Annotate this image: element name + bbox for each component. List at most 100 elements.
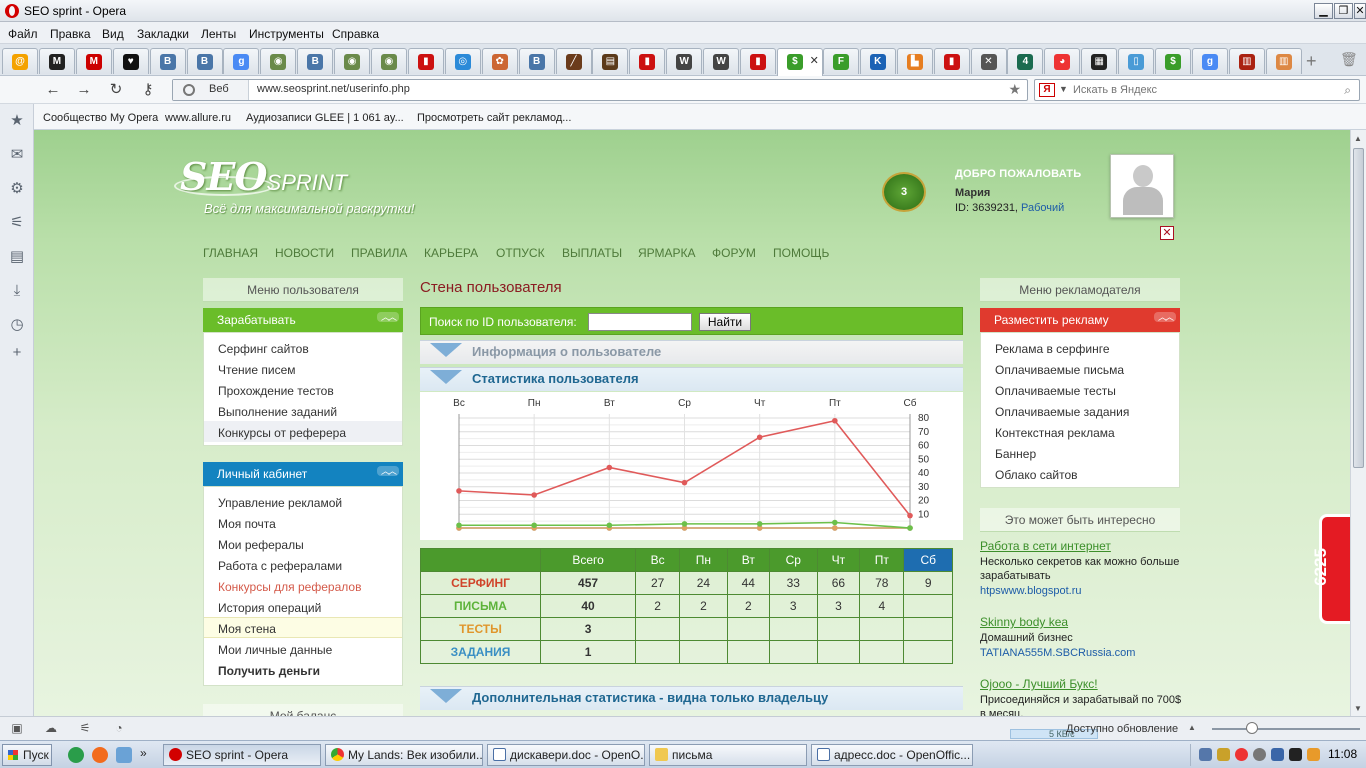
earn-menu-header[interactable]: Зарабатывать ︿︿: [203, 308, 403, 332]
browser-tab[interactable]: g: [223, 48, 260, 74]
browser-tab[interactable]: g: [1191, 48, 1228, 74]
search-field[interactable]: Я ▼ ⌕: [1034, 79, 1360, 101]
search-engine-dropdown-icon[interactable]: ▼: [1059, 84, 1068, 94]
browser-tab[interactable]: ▤: [592, 48, 629, 74]
zoom-slider-knob[interactable]: [1246, 722, 1258, 734]
interest-url-2[interactable]: TATIANA555M.SBCRussia.com: [980, 647, 1135, 659]
menu-feeds[interactable]: Ленты: [201, 27, 236, 41]
user-stats-section[interactable]: Статистика пользователя: [420, 367, 963, 391]
browser-tab[interactable]: M: [75, 48, 112, 74]
browser-tab[interactable]: 4: [1007, 48, 1044, 74]
browser-tab[interactable]: W: [703, 48, 740, 74]
browser-tab[interactable]: W: [666, 48, 703, 74]
seosprint-logo[interactable]: SEOSPRINT: [174, 154, 347, 199]
bookmark-star-icon[interactable]: ★: [1008, 81, 1021, 98]
nav-vacation[interactable]: ОТПУСК: [496, 246, 545, 260]
bookmarks-star-icon[interactable]: ★: [8, 112, 26, 130]
browser-tab[interactable]: ▯: [1118, 48, 1155, 74]
new-tab-icon[interactable]: +: [1306, 51, 1317, 72]
share-icon[interactable]: ⚟: [8, 214, 26, 232]
browser-tab[interactable]: B: [518, 48, 555, 74]
keyboard-layout-icon[interactable]: [1271, 748, 1284, 761]
update-available-text[interactable]: Доступно обновление: [1066, 723, 1178, 735]
menu-item-ad-management[interactable]: Управление рекламой: [218, 496, 342, 510]
bookmark-advertiser[interactable]: Просмотреть сайт рекламод...: [417, 112, 571, 124]
menu-bookmarks[interactable]: Закладки: [137, 27, 189, 41]
side-counter-widget[interactable]: 6225: [1311, 514, 1350, 624]
menu-item-paid-tasks[interactable]: Оплачиваемые задания: [995, 405, 1129, 419]
menu-help[interactable]: Справка: [332, 27, 379, 41]
cabinet-menu-header[interactable]: Личный кабинет ︿︿: [203, 462, 403, 486]
menu-item-my-mail[interactable]: Моя почта: [218, 517, 276, 531]
browser-tab[interactable]: ✿: [481, 48, 518, 74]
yandex-icon[interactable]: Я: [1039, 83, 1055, 97]
nav-rules[interactable]: ПРАВИЛА: [351, 246, 407, 260]
close-window-button[interactable]: ✕: [1354, 3, 1366, 19]
scroll-up-icon[interactable]: ▲: [1354, 134, 1362, 143]
unite-icon[interactable]: ⚟: [77, 721, 93, 737]
minimize-button[interactable]: ▁: [1314, 3, 1333, 19]
opera-tray-icon[interactable]: [1235, 748, 1248, 761]
interest-link-2[interactable]: Skinny body kea: [980, 615, 1068, 629]
restore-button[interactable]: ❐: [1334, 3, 1353, 19]
browser-tab[interactable]: ▙: [896, 48, 933, 74]
menu-item-paid-tests[interactable]: Оплачиваемые тесты: [995, 384, 1116, 398]
menu-tools[interactable]: Инструменты: [249, 27, 324, 41]
bookmark-my-opera[interactable]: Сообщество My Opera: [43, 112, 158, 124]
scroll-down-icon[interactable]: ▼: [1354, 704, 1362, 713]
forward-arrow-icon[interactable]: →: [74, 81, 94, 99]
menu-file[interactable]: Файл: [8, 27, 38, 41]
cloud-icon[interactable]: ☁: [43, 721, 59, 737]
browser-tab[interactable]: B: [297, 48, 334, 74]
scroll-thumb[interactable]: [1353, 148, 1364, 468]
browser-tab[interactable]: ♥: [112, 48, 149, 74]
task-opera[interactable]: SEO sprint - Opera: [163, 744, 321, 766]
menu-item-my-wall[interactable]: Моя стена: [218, 622, 276, 636]
menu-edit[interactable]: Правка: [50, 27, 91, 41]
advertise-menu-header[interactable]: Разместить рекламу ︿︿: [980, 308, 1180, 332]
menu-item-surfing[interactable]: Серфинг сайтов: [218, 342, 309, 356]
browser-tab[interactable]: ◉: [371, 48, 407, 74]
menu-item-context-ads[interactable]: Контекстная реклама: [995, 426, 1115, 440]
collapse-chevron-icon[interactable]: ︿︿: [377, 312, 399, 322]
browser-tab[interactable]: ▥: [1265, 48, 1302, 74]
zoom-slider-track[interactable]: [1212, 728, 1360, 730]
wand-key-icon[interactable]: ⚷: [138, 81, 158, 99]
browser-tab[interactable]: ▮: [740, 48, 776, 74]
menu-item-history[interactable]: История операций: [218, 601, 321, 615]
web-mode-button[interactable]: Веб: [173, 80, 249, 100]
network-icon[interactable]: [1199, 748, 1212, 761]
user-status-link[interactable]: Рабочий: [1021, 202, 1064, 214]
interest-link-1[interactable]: Работа в сети интернет: [980, 539, 1111, 553]
start-button[interactable]: Пуск: [2, 744, 52, 766]
browser-tab[interactable]: ▥: [1228, 48, 1265, 74]
menu-item-tasks[interactable]: Выполнение заданий: [218, 405, 337, 419]
browser-tab[interactable]: B: [149, 48, 186, 74]
browser-tab[interactable]: $ ✕: [776, 48, 823, 76]
nav-help[interactable]: ПОМОЩЬ: [773, 246, 829, 260]
nav-payouts[interactable]: ВЫПЛАТЫ: [562, 246, 622, 260]
menu-item-referral-contests[interactable]: Конкурсы для рефералов: [218, 580, 361, 594]
trash-icon[interactable]: 🗑: [1340, 51, 1358, 68]
nav-forum[interactable]: ФОРУМ: [712, 246, 756, 260]
menu-view[interactable]: Вид: [102, 27, 124, 41]
history-clock-icon[interactable]: ◷: [8, 316, 26, 334]
browser-tab[interactable]: ▮: [407, 48, 444, 74]
menu-item-banner[interactable]: Баннер: [995, 447, 1036, 461]
collapse-chevron-icon[interactable]: ︿︿: [377, 466, 399, 476]
downloads-icon[interactable]: ⤓: [8, 282, 26, 300]
menu-item-paid-mail[interactable]: Оплачиваемые письма: [995, 363, 1124, 377]
avatar[interactable]: [1110, 154, 1174, 218]
quicklaunch-more-icon[interactable]: »: [140, 746, 147, 760]
back-arrow-icon[interactable]: ←: [43, 81, 63, 99]
shield-icon[interactable]: [1217, 748, 1230, 761]
menu-item-personal-data[interactable]: Мои личные данные: [218, 643, 332, 657]
address-field[interactable]: Веб www.seosprint.net/userinfo.php ★: [172, 79, 1028, 101]
find-button[interactable]: Найти: [699, 313, 751, 331]
close-tab-icon[interactable]: ✕: [810, 54, 819, 67]
browser-tab[interactable]: ◉: [260, 48, 297, 74]
task-doc-address[interactable]: адресс.doc - OpenOffic...: [811, 744, 973, 766]
page-scrollbar[interactable]: ▲ ▼: [1350, 130, 1366, 716]
bookmark-glee[interactable]: Аудиозаписи GLEE | 1 061 ay...: [246, 112, 404, 124]
task-folder-letters[interactable]: письма: [649, 744, 807, 766]
